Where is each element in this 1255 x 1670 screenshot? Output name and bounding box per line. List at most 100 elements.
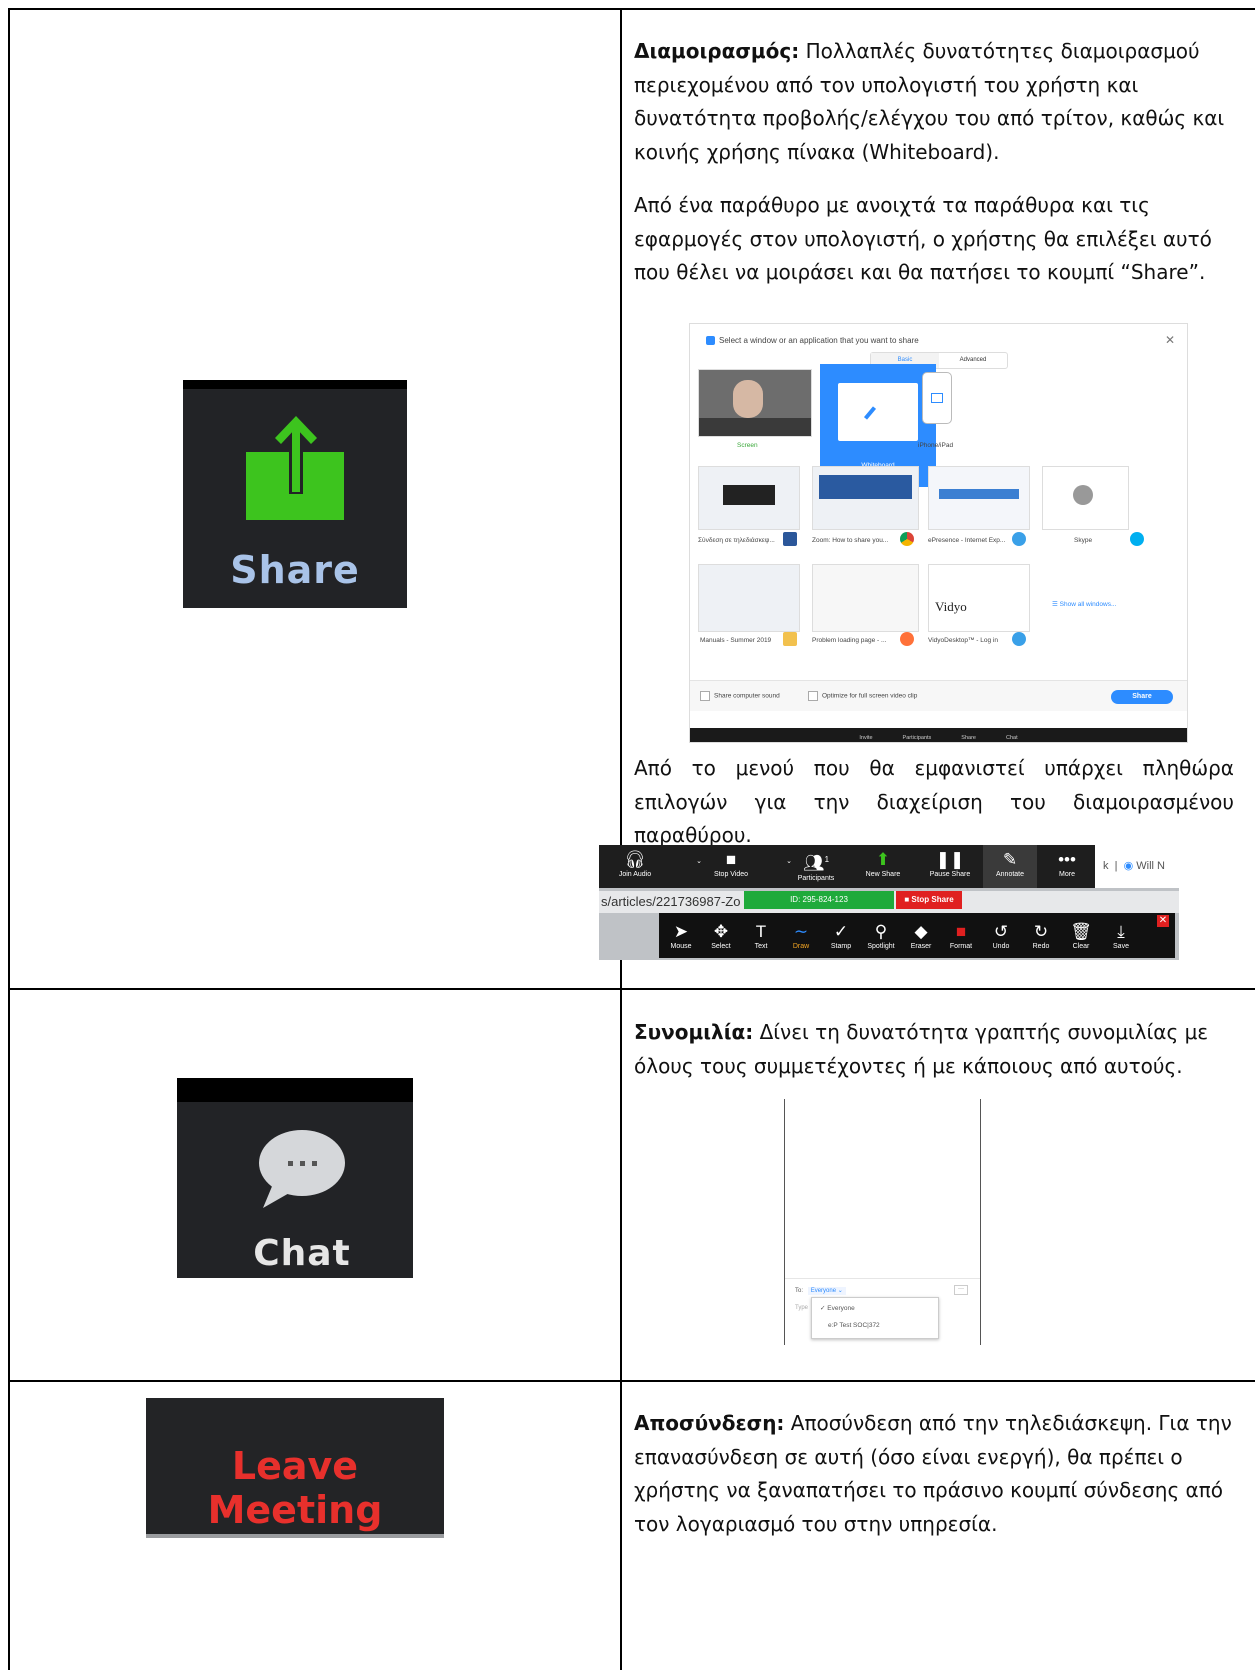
checkbox[interactable]	[700, 691, 710, 701]
window-caption: Zoom: How to share you...	[812, 537, 889, 544]
skype-icon	[1130, 532, 1144, 546]
window-caption: Skype	[1074, 537, 1093, 544]
chrome-icon	[900, 532, 914, 546]
close-icon[interactable]: ✕	[1157, 915, 1169, 927]
chat-label: Chat	[253, 1233, 351, 1274]
leave-meeting-button-image: Leave Meeting	[146, 1398, 444, 1538]
spotlight-icon: ⚲	[874, 922, 888, 941]
share-confirm-button[interactable]: Share	[1111, 690, 1173, 704]
column-divider	[620, 8, 622, 1670]
browser-tab: k | ◉ Will N	[1095, 845, 1179, 888]
stamp-tool[interactable]: ✓ Stamp	[819, 921, 863, 950]
screen-caption: Screen	[737, 442, 758, 449]
show-all-windows-link[interactable]: ☰ Show all windows...	[1052, 600, 1116, 608]
vidyo-icon	[1012, 632, 1026, 646]
chat-to-row: To: Everyone ⌄	[795, 1287, 846, 1295]
ie-icon	[1012, 532, 1026, 546]
share-para2: Από ένα παράθυρο με ανοιχτά τα παράθυρα …	[634, 193, 1212, 284]
screen-tile[interactable]	[698, 369, 812, 437]
join-audio-button[interactable]: 🎧︎ Join Audio	[605, 849, 665, 878]
stop-video-button[interactable]: ■ Stop Video	[701, 849, 761, 878]
tab-advanced[interactable]: Advanced	[939, 353, 1007, 368]
dialog-footer: Share computer sound Optimize for full s…	[690, 680, 1187, 711]
airplay-icon	[931, 393, 943, 403]
menu-item-participant[interactable]: e:P Test SOC|372	[828, 1322, 880, 1329]
checkbox[interactable]	[808, 691, 818, 701]
share-label: Share	[230, 548, 360, 592]
window-tile[interactable]	[1042, 466, 1129, 530]
leave-description: Αποσύνδεση: Αποσύνδεση από την τηλεδιάσκ…	[634, 1407, 1234, 1541]
row-divider-2	[8, 1380, 1255, 1382]
word-icon	[783, 532, 797, 546]
select-tool[interactable]: ✥ Select	[699, 921, 743, 950]
format-icon: ■	[955, 922, 967, 941]
annotate-button[interactable]: ✎ Annotate	[983, 845, 1037, 888]
window-tile[interactable]: Vidyo	[928, 564, 1030, 632]
invite-button[interactable]: Invite	[859, 728, 872, 742]
chat-description: Συνομιλία: Δίνει τη δυνατότητα γραπτής σ…	[634, 1016, 1234, 1083]
eraser-tool[interactable]: ◆ Eraser	[899, 921, 943, 950]
dialog-title: Select a window or an application that y…	[706, 336, 919, 346]
check-icon: ✓	[833, 922, 849, 941]
share-sound-option[interactable]: Share computer sound	[700, 691, 780, 701]
menu-item-everyone[interactable]: ✓ Everyone	[820, 1304, 855, 1312]
cursor-icon: ➤	[673, 922, 689, 941]
chat-title: Συνομιλία:	[634, 1020, 754, 1044]
participants-button[interactable]: Participants	[903, 728, 932, 742]
optimize-video-option[interactable]: Optimize for full screen video clip	[808, 691, 917, 701]
share-title: Διαμοιρασμός:	[634, 39, 800, 63]
share-description: Διαμοιρασμός: Πολλαπλές δυνατότητες διαμ…	[634, 35, 1234, 169]
pause-share-button[interactable]: ❚❚ Pause Share	[917, 849, 983, 878]
window-tile[interactable]	[812, 564, 919, 632]
folder-icon	[783, 632, 797, 646]
redo-icon: ↻	[1033, 922, 1049, 941]
more-icon[interactable]: ···	[954, 1285, 968, 1295]
recipient-menu: ✓ Everyone e:P Test SOC|372	[811, 1297, 939, 1339]
draw-tool[interactable]: ∼ Draw	[779, 921, 823, 950]
leave-title: Αποσύνδεση:	[634, 1411, 785, 1435]
recipient-dropdown[interactable]: Everyone ⌄	[807, 1287, 846, 1295]
window-caption: VidyoDesktop™ - Log in	[928, 637, 998, 644]
window-tile[interactable]	[698, 466, 800, 530]
iphone-tile[interactable]	[922, 372, 952, 424]
window-caption: Σύνδεση σε τηλεδιάσκεψ...	[698, 537, 775, 544]
stop-share-button[interactable]: ■ Stop Share	[896, 891, 962, 909]
meeting-id-bar: ID: 295-824-123	[744, 891, 894, 909]
more-button[interactable]: ••• More	[1043, 849, 1091, 878]
message-input[interactable]: Type	[795, 1305, 808, 1311]
new-share-button[interactable]: ⬆ New Share	[853, 849, 913, 878]
window-tile[interactable]	[928, 466, 1030, 530]
chat-button-image: Chat	[177, 1078, 413, 1278]
mouse-tool[interactable]: ➤ Mouse	[659, 921, 703, 950]
spotlight-tool[interactable]: ⚲ Spotlight	[859, 921, 903, 950]
text-tool[interactable]: T Text	[739, 921, 783, 950]
format-tool[interactable]: ■ Format	[939, 921, 983, 950]
headphones-icon: 🎧︎	[624, 850, 646, 869]
share-tab-button[interactable]: Share	[961, 728, 976, 742]
zoom-logo-icon	[706, 336, 715, 346]
window-tile[interactable]	[698, 564, 800, 632]
meeting-bottom-bar: Invite Participants Share Chat	[690, 728, 1187, 742]
text-icon: T	[755, 922, 767, 941]
undo-tool[interactable]: ↺ Undo	[979, 921, 1023, 950]
row-divider-1	[8, 988, 1255, 990]
save-tool[interactable]: ⤓ Save	[1099, 921, 1143, 950]
trash-icon: 🗑︎	[1070, 922, 1092, 941]
chat-footer: To: Everyone ⌄ ··· Type ✓ Everyone e:P T…	[785, 1278, 980, 1345]
close-icon[interactable]: ✕	[1165, 333, 1175, 347]
participants-button[interactable]: 👥︎1 Participants	[785, 849, 847, 882]
pen-icon: ✎	[1002, 850, 1018, 869]
share-window-dialog: Select a window or an application that y…	[689, 323, 1188, 743]
clear-tool[interactable]: 🗑︎ Clear	[1059, 921, 1103, 950]
annotation-toolbar: ➤ Mouse ✥ Select T Text ∼ Draw ✓ Stamp ⚲ Spotl…	[659, 913, 1175, 958]
window-caption: ePresence - Internet Exp...	[928, 537, 1006, 544]
window-tile[interactable]	[812, 466, 919, 530]
iphone-caption: iPhone/iPad	[918, 442, 954, 449]
chat-tab-button[interactable]: Chat	[1006, 728, 1018, 742]
meeting-controls: 🎧︎ Join Audio ⌄ ■ Stop Video ⌄ 👥︎1 Particip…	[599, 845, 1095, 888]
move-icon: ✥	[713, 922, 729, 941]
redo-tool[interactable]: ↻ Redo	[1019, 921, 1063, 950]
participants-icon: 👥︎1	[802, 853, 830, 873]
window-caption: Manuals - Summer 2019	[700, 637, 772, 644]
more-icon: •••	[1058, 850, 1076, 869]
